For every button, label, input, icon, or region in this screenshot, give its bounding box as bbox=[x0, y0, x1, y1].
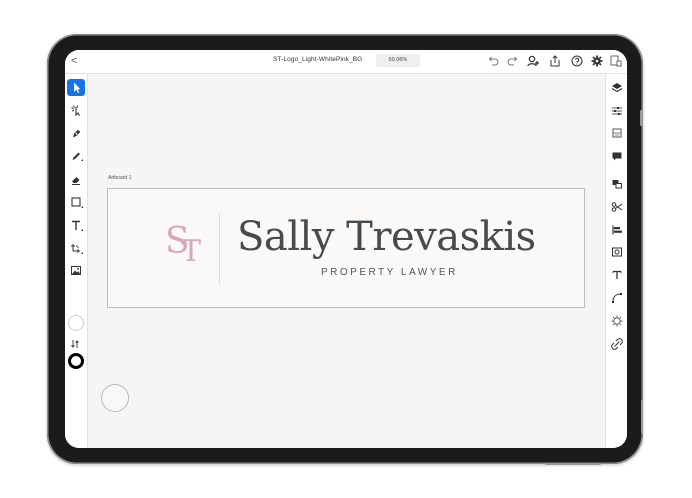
pen-tool-icon[interactable] bbox=[67, 125, 85, 142]
logo-divider bbox=[219, 213, 220, 284]
left-toolbar bbox=[65, 74, 88, 448]
document-title[interactable]: ST-Logo_Light-WhitePink_BG bbox=[273, 56, 362, 63]
gear-pattern-icon[interactable] bbox=[610, 314, 624, 328]
shape-tool-icon[interactable] bbox=[67, 194, 85, 211]
text-tool-icon[interactable] bbox=[67, 217, 85, 234]
comments-icon[interactable] bbox=[610, 149, 624, 163]
path-icon[interactable] bbox=[610, 291, 624, 305]
properties-icon[interactable] bbox=[610, 104, 624, 118]
zoom-level[interactable]: 50.06% bbox=[376, 54, 420, 67]
artboard[interactable]: S T Sally Trevaskis PROPERTY LAWYER bbox=[107, 188, 585, 308]
scissors-icon[interactable] bbox=[610, 200, 624, 214]
power-button bbox=[641, 400, 643, 434]
pencil-tool-icon[interactable] bbox=[67, 148, 85, 165]
devices-icon[interactable] bbox=[609, 54, 623, 68]
libraries-icon[interactable] bbox=[610, 126, 624, 140]
touch-shortcut-button[interactable] bbox=[101, 384, 129, 412]
image-adjust-icon[interactable] bbox=[610, 245, 624, 259]
right-toolbar bbox=[605, 74, 627, 448]
select-tool-icon[interactable] bbox=[67, 79, 85, 96]
type-icon[interactable] bbox=[610, 268, 624, 282]
share-user-icon[interactable] bbox=[526, 54, 540, 68]
chevron-left-icon[interactable]: < bbox=[71, 53, 77, 69]
volume-button bbox=[640, 110, 643, 126]
app-screen: < ST-Logo_Light-WhitePink_BG 50.06% Artb… bbox=[65, 50, 627, 448]
arrange-icon[interactable] bbox=[610, 177, 624, 191]
transform-tool-icon[interactable] bbox=[67, 240, 85, 257]
help-icon[interactable] bbox=[570, 54, 584, 68]
logo-subtitle-text[interactable]: PROPERTY LAWYER bbox=[321, 267, 458, 278]
export-icon[interactable] bbox=[548, 54, 562, 68]
eraser-tool-icon[interactable] bbox=[67, 171, 85, 188]
link-icon[interactable] bbox=[610, 337, 624, 351]
auto-select-tool-icon[interactable] bbox=[67, 102, 85, 119]
image-tool-icon[interactable] bbox=[67, 262, 85, 279]
fill-color-swatch[interactable] bbox=[68, 315, 84, 331]
pencil-dock bbox=[545, 463, 601, 465]
swap-colors-icon[interactable] bbox=[70, 336, 80, 348]
align-icon[interactable] bbox=[610, 223, 624, 237]
artboard-label[interactable]: Artboard 1 bbox=[108, 175, 131, 181]
undo-icon[interactable] bbox=[486, 54, 500, 68]
settings-icon[interactable] bbox=[590, 54, 604, 68]
logo-monogram: S T bbox=[165, 222, 205, 272]
monogram-t: T bbox=[181, 234, 202, 269]
redo-icon[interactable] bbox=[506, 54, 520, 68]
logo-name-text[interactable]: Sally Trevaskis bbox=[237, 211, 536, 263]
layers-icon[interactable] bbox=[610, 81, 624, 95]
top-bar: < ST-Logo_Light-WhitePink_BG 50.06% bbox=[65, 50, 627, 74]
stroke-color-swatch[interactable] bbox=[68, 353, 84, 369]
